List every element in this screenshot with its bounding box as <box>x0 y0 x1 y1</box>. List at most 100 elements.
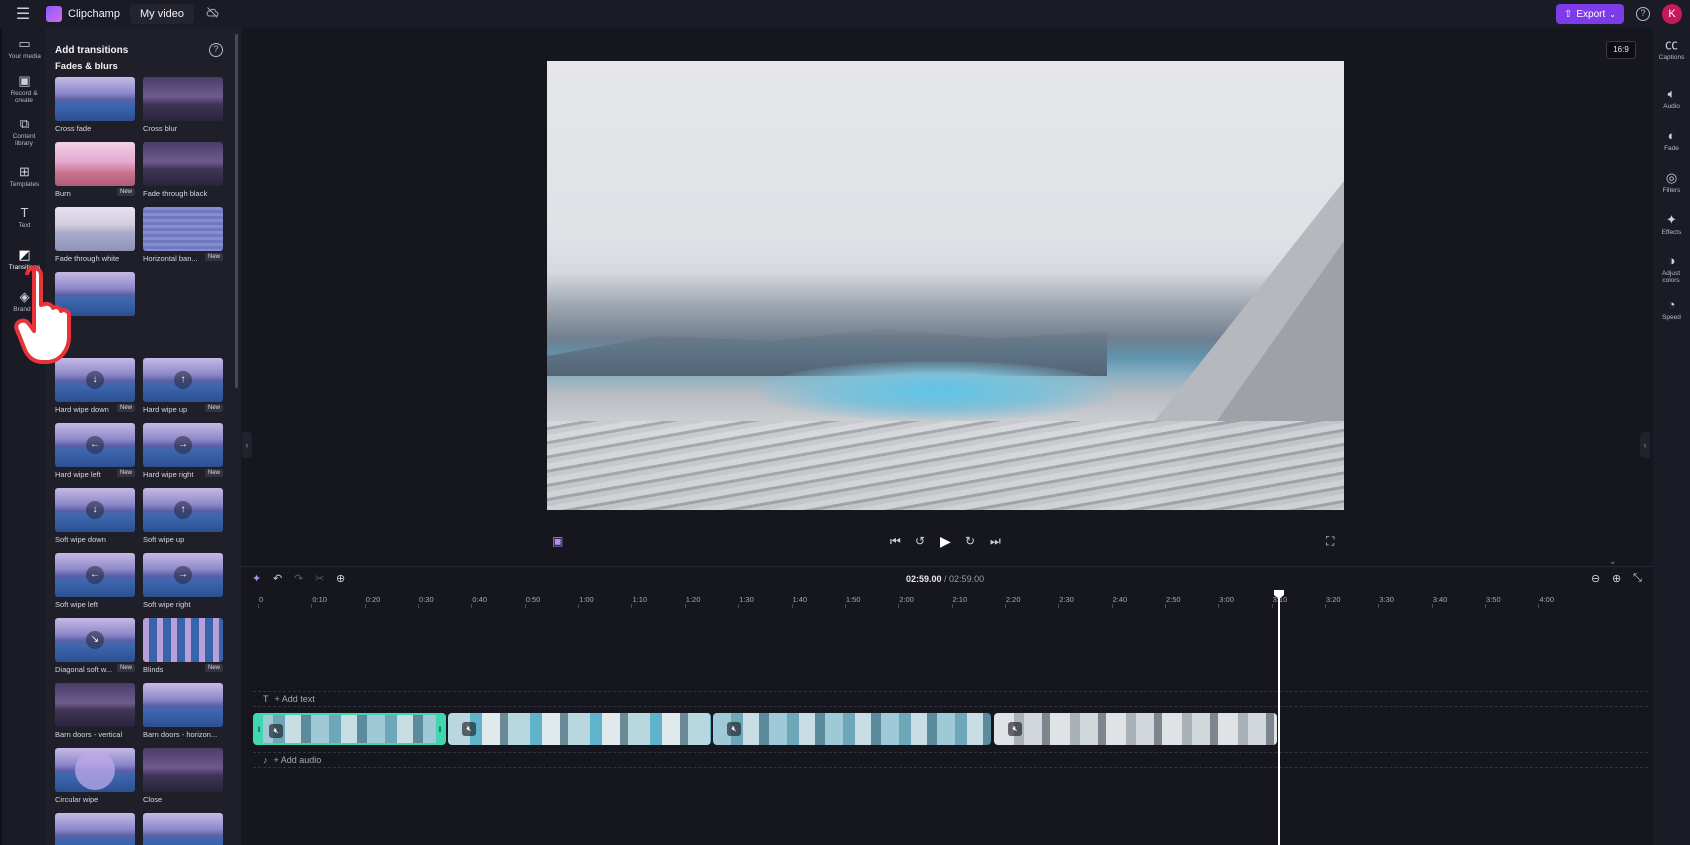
video-clip[interactable]: 🔇︎ <box>448 713 711 745</box>
transition-tile[interactable]: Circular wipe <box>55 748 135 804</box>
transition-tile[interactable]: ← Soft wipe left <box>55 553 135 609</box>
split-icon[interactable]: ✂ <box>315 572 324 585</box>
trim-handle-left[interactable]: ‖ <box>255 715 263 743</box>
transition-tile[interactable]: Fade through white <box>55 207 135 263</box>
transition-tile[interactable] <box>143 813 223 845</box>
transition-thumbnail: ↑ <box>143 488 223 532</box>
transition-label: Barn doors - vertical <box>55 730 123 739</box>
rail-item-fade[interactable]: ◐ Fade <box>1653 129 1690 153</box>
transition-label: Cross blur <box>143 124 178 133</box>
video-glacier <box>757 361 1117 421</box>
timeline-ruler[interactable]: 0 0:10 0:20 0:30 0:40 0:50 1:00 1:10 1:20 1:30 1:4… <box>241 595 1653 609</box>
ruler-tick: 0:30 <box>418 595 434 608</box>
ruler-tick: 3:00 <box>1218 595 1234 608</box>
top-bar: ☰ Clipchamp My video ⇧ Export ⌄ ? K <box>0 0 1690 28</box>
rail-item-speed[interactable]: ◔ Speed <box>1653 298 1690 322</box>
add-media-icon[interactable]: ⊕ <box>336 572 345 585</box>
rail-item-adjust-colors[interactable]: ◑ Adjust colors <box>1653 254 1690 285</box>
forward-5-icon[interactable]: ↻ <box>965 531 975 551</box>
collapse-properties-button[interactable]: ‹ <box>1640 432 1650 458</box>
text-track[interactable]: T + Add text <box>253 691 1648 707</box>
fullscreen-icon[interactable]: ⛶ <box>1326 531 1334 551</box>
transition-label: Burn <box>55 189 71 198</box>
playhead[interactable] <box>1278 590 1280 845</box>
zoom-out-icon[interactable]: ⊖ <box>1591 572 1600 585</box>
magic-camera-icon[interactable]: ▣ <box>552 531 563 551</box>
aspect-ratio-button[interactable]: 16:9 <box>1606 41 1636 59</box>
text-track-icon: T <box>263 694 269 704</box>
nav-item-text[interactable]: T Text <box>2 206 47 230</box>
mute-icon[interactable]: 🔇︎ <box>727 722 741 736</box>
time-separator: / <box>941 574 950 584</box>
skip-back-icon[interactable]: ⏮ <box>890 531 901 551</box>
export-button[interactable]: ⇧ Export ⌄ <box>1556 4 1624 24</box>
transition-tile[interactable]: Barn doors - horizon... <box>143 683 223 739</box>
transition-tile[interactable]: Cross blur <box>143 77 223 133</box>
new-badge: New <box>204 469 223 477</box>
zoom-in-icon[interactable]: ⊕ <box>1612 572 1621 585</box>
panel-scrollbar[interactable] <box>235 34 238 388</box>
total-time: 02:59.00 <box>949 574 985 584</box>
ruler-tick: 4:00 <box>1538 595 1554 608</box>
timeline-toolbar: ✦ ↶ ↷ ✂ ⊕ 02:59.00 / 02:59.00 ⊖ ⊕ ⤡ <box>241 567 1653 593</box>
transition-tile[interactable]: Close <box>143 748 223 804</box>
nav-label: Record & create <box>10 90 38 104</box>
nav-item-content-library[interactable]: ⧉ Content library <box>2 117 47 148</box>
transition-tile[interactable]: → Hard wipe right New <box>143 423 223 479</box>
video-preview[interactable] <box>547 61 1344 510</box>
nav-item-record-create[interactable]: ▣ Record & create <box>2 74 47 105</box>
templates-icon: ⊞ <box>19 164 30 179</box>
cloud-off-icon[interactable] <box>206 6 219 22</box>
fit-timeline-icon[interactable]: ⤡ <box>1633 572 1642 585</box>
trim-handle-right[interactable]: ‖ <box>436 715 444 743</box>
nav-item-templates[interactable]: ⊞ Templates <box>2 164 47 189</box>
help-icon[interactable]: ? <box>1636 7 1650 21</box>
mute-icon[interactable]: 🔇︎ <box>269 724 283 738</box>
video-clip[interactable]: 🔇︎ <box>994 713 1277 745</box>
ruler-tick: 0:10 <box>311 595 327 608</box>
properties-rail: ㏄ Captions 🔈︎ Audio ◐ Fade ◎ Filters ✦ E… <box>1653 28 1690 845</box>
video-track: ‖ 🔇︎ ‖ 🔇︎ 🔇︎ 🔇︎ <box>253 713 1277 745</box>
audio-track[interactable]: ♪ + Add audio <box>253 752 1648 768</box>
rail-item-captions[interactable]: ㏄ Captions <box>1653 38 1690 62</box>
transition-tile[interactable]: ↑ Hard wipe up New <box>143 358 223 414</box>
transition-tile[interactable]: Fade through black <box>143 142 223 198</box>
rail-item-effects[interactable]: ✦ Effects <box>1653 213 1690 237</box>
ruler-tick: 1:10 <box>631 595 648 608</box>
add-audio-label: + Add audio <box>273 755 322 765</box>
nav-item-your-media[interactable]: ▭ Your media <box>2 37 47 61</box>
transition-label: Barn doors - horizon... <box>143 730 218 739</box>
ruler-tick: 2:50 <box>1164 595 1181 608</box>
transition-tile[interactable]: Barn doors - vertical <box>55 683 135 739</box>
transition-tile[interactable] <box>55 813 135 845</box>
new-badge: New <box>204 253 223 261</box>
project-name-field[interactable]: My video <box>129 4 194 24</box>
mute-icon[interactable]: 🔇︎ <box>462 722 476 736</box>
play-icon[interactable]: ▶ <box>940 531 951 551</box>
video-clip[interactable]: 🔇︎ <box>713 713 991 745</box>
rail-item-audio[interactable]: 🔈︎ Audio <box>1653 87 1690 111</box>
skip-forward-icon[interactable]: ⏭ <box>990 531 1001 551</box>
app-logo[interactable]: Clipchamp <box>46 6 120 22</box>
export-label: Export <box>1576 8 1606 20</box>
mute-icon[interactable]: 🔇︎ <box>1008 722 1022 736</box>
video-clip[interactable]: ‖ 🔇︎ ‖ <box>253 713 446 745</box>
menu-icon[interactable]: ☰ <box>0 0 46 28</box>
rewind-5-icon[interactable]: ↺ <box>915 531 925 551</box>
panel-help-icon[interactable]: ? <box>209 43 223 57</box>
transition-label: Soft wipe left <box>55 600 98 609</box>
avatar[interactable]: K <box>1662 4 1682 24</box>
transition-tile[interactable]: Burn New <box>55 142 135 198</box>
transition-tile[interactable]: Cross fade <box>55 77 135 133</box>
magic-icon[interactable]: ✦ <box>252 572 261 585</box>
collapse-panel-button[interactable]: ‹ <box>242 432 252 458</box>
transition-tile[interactable]: ← Hard wipe left New <box>55 423 135 479</box>
transition-tile[interactable]: ↘ Diagonal soft w... New <box>55 618 135 674</box>
rail-item-filters[interactable]: ◎ Filters <box>1653 171 1690 195</box>
transition-tile[interactable]: Blinds New <box>143 618 223 674</box>
transition-tile[interactable]: → Soft wipe right <box>143 553 223 609</box>
redo-icon[interactable]: ↷ <box>294 572 303 585</box>
undo-icon[interactable]: ↶ <box>273 572 282 585</box>
transition-tile[interactable]: Horizontal ban... New <box>143 207 223 263</box>
transition-tile[interactable]: ↓ Hard wipe down New <box>55 358 135 414</box>
